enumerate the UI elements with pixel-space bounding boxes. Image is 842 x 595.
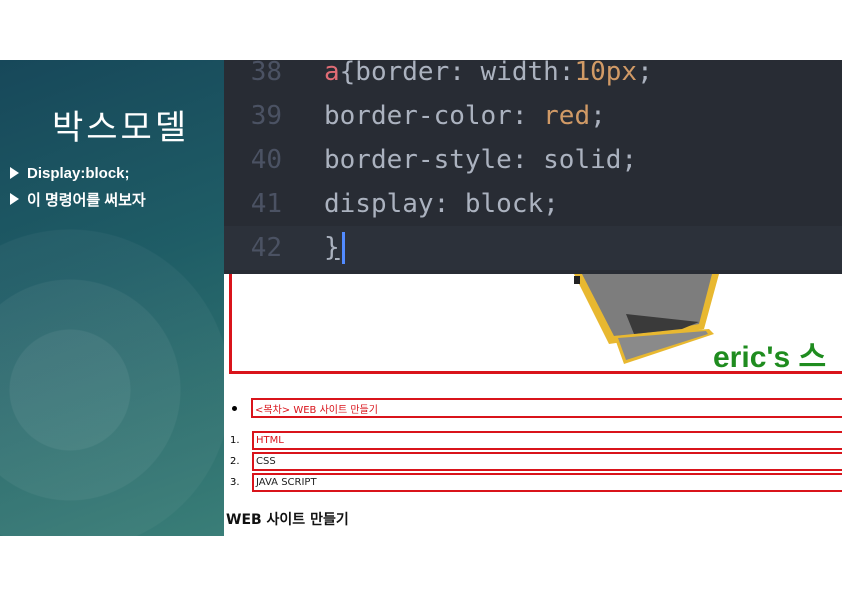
code-fragment: {border: width: <box>339 60 575 87</box>
javascript-link[interactable]: JAVA SCRIPT <box>252 472 842 492</box>
bullet-text: Display:block; <box>27 164 130 182</box>
list-item: 3. JAVA SCRIPT <box>230 472 842 492</box>
bullet-list: Display:block; 이 명령어를 써보자 <box>6 160 146 212</box>
bullet-text: 이 명령어를 써보자 <box>27 191 146 209</box>
line-number: 41 <box>250 189 282 219</box>
code-text[interactable]: display: block; <box>324 189 559 219</box>
line-number: 38 <box>250 60 282 87</box>
page-heading: WEB 사이트 만들기 <box>226 512 349 528</box>
list-number: 2. <box>230 455 240 467</box>
code-fragment: border-color: <box>324 101 544 131</box>
code-line[interactable]: 38 a{border: width:10px; <box>224 60 842 94</box>
list-number: 3. <box>230 476 240 488</box>
ordered-list: 1. HTML 2. CSS 3. JAVA SCRIPT <box>230 430 842 493</box>
triangle-bullet-icon <box>10 193 19 205</box>
list-item: 2. CSS <box>230 451 842 471</box>
code-text[interactable]: a{border: width:10px; <box>324 60 653 87</box>
bullet-item: Display:block; <box>6 160 146 186</box>
line-number: 40 <box>250 145 282 175</box>
code-line-current[interactable]: 42 } <box>224 226 842 270</box>
css-value: 10px <box>574 60 638 87</box>
css-value: red <box>543 101 591 131</box>
bullet-item: 이 명령어를 써보자 <box>6 186 146 212</box>
css-link[interactable]: CSS <box>252 451 842 471</box>
closing-brace: } <box>324 232 340 263</box>
nav-list-item: <목차> WEB 사이트 만들기 <box>230 398 842 418</box>
code-line[interactable]: 39 border-color: red; <box>224 94 842 138</box>
site-title-banner: eric's 스 <box>713 341 827 374</box>
code-text[interactable]: border-color: red; <box>324 101 606 131</box>
code-editor[interactable]: 38 a{border: width:10px; 39 border-color… <box>224 60 842 274</box>
line-number: 39 <box>250 101 282 131</box>
html-link[interactable]: HTML <box>252 430 842 450</box>
triangle-bullet-icon <box>10 167 19 179</box>
laptop-image <box>574 274 719 364</box>
bullet-dot-icon <box>232 405 237 411</box>
code-line[interactable]: 41 display: block; <box>224 182 842 226</box>
slide-title: 박스모델 <box>52 108 190 148</box>
code-text[interactable]: border-style: solid; <box>324 145 637 175</box>
list-number: 1. <box>230 434 240 446</box>
text-cursor <box>341 232 345 264</box>
line-number: 42 <box>250 233 282 263</box>
code-fragment: ; <box>590 101 606 131</box>
slide-sidebar: 박스모델 Display:block; 이 명령어를 써보자 <box>0 60 224 536</box>
code-line[interactable]: 40 border-style: solid; <box>224 138 842 182</box>
list-item: 1. HTML <box>230 430 842 450</box>
code-text[interactable]: } <box>324 232 345 264</box>
code-fragment: ; <box>637 60 653 87</box>
css-selector: a <box>324 60 340 87</box>
toc-link[interactable]: <목차> WEB 사이트 만들기 <box>251 398 842 418</box>
browser-preview: eric's 스 <목차> WEB 사이트 만들기 1. HTML 2. CSS… <box>224 274 842 536</box>
